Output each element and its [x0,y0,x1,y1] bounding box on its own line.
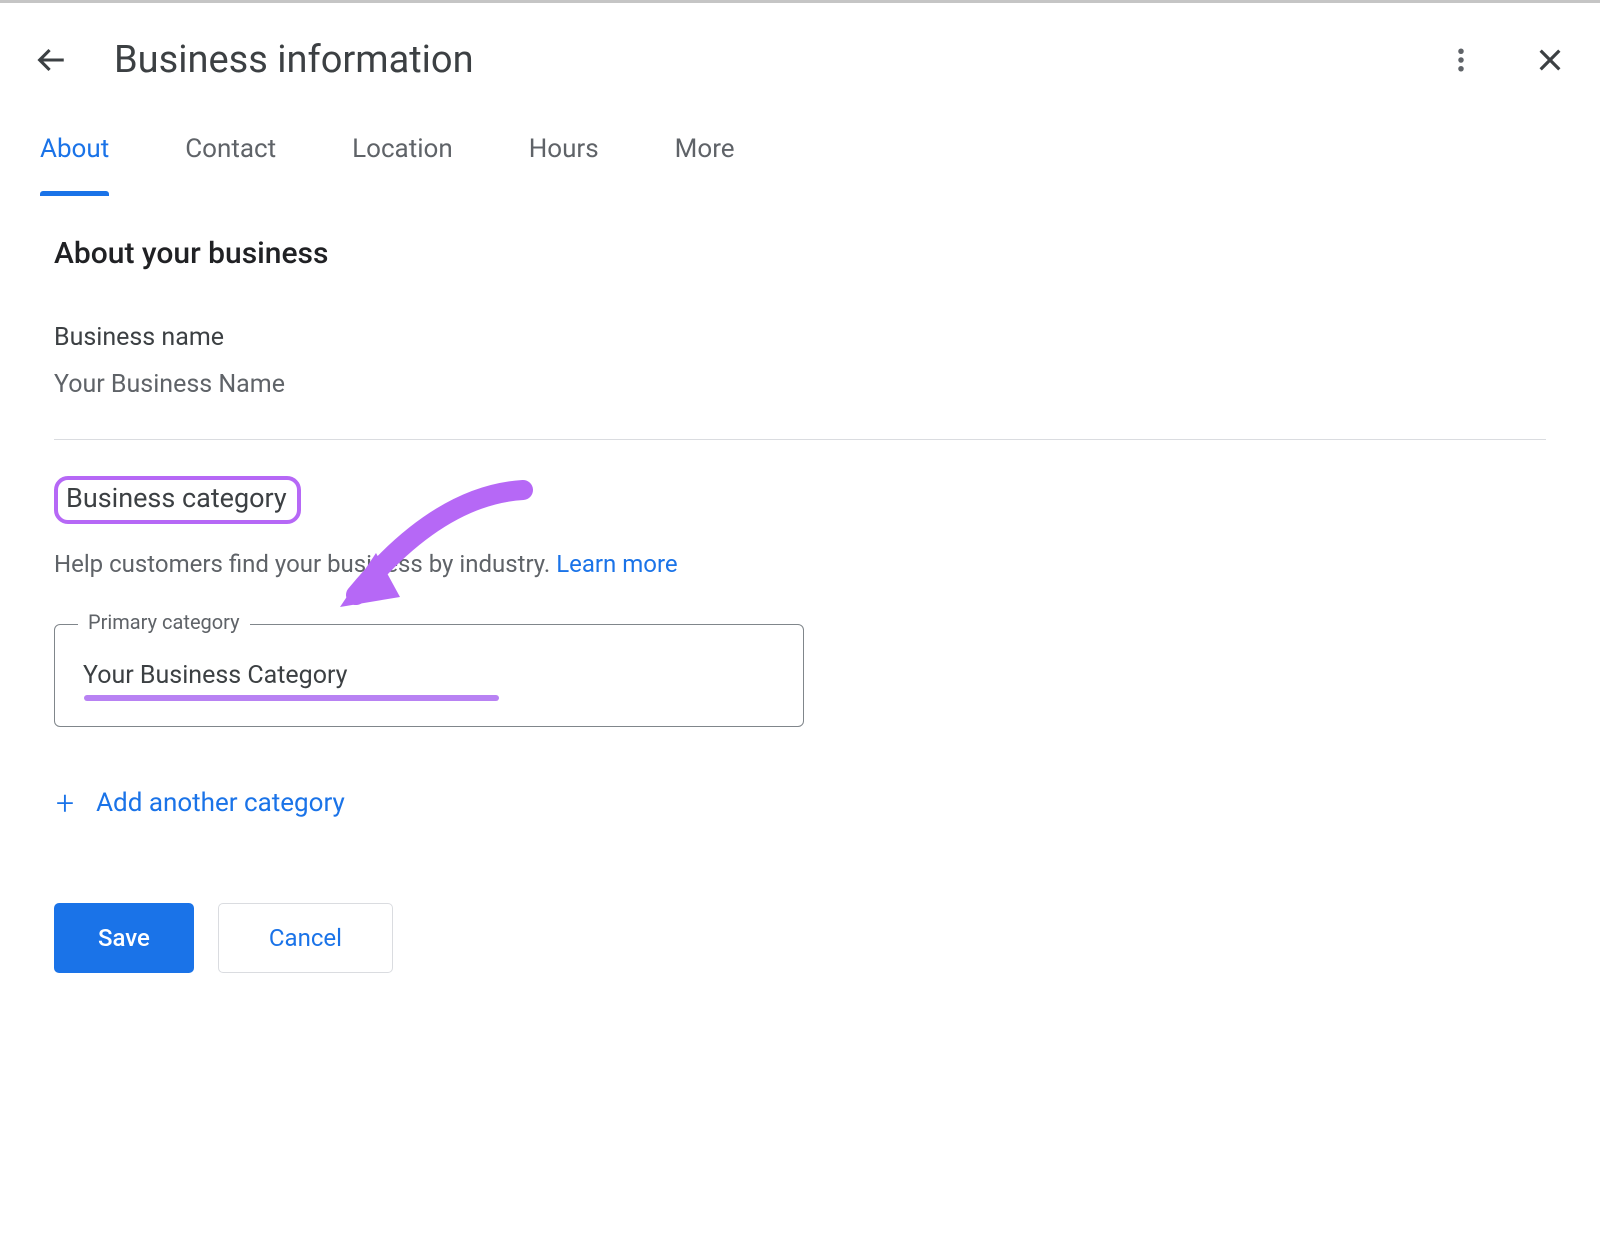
section-title: About your business [54,236,1546,271]
primary-category-input[interactable] [54,624,804,727]
plus-icon: + [56,787,74,819]
vertical-dots-icon [1446,45,1476,75]
close-icon [1534,44,1566,76]
learn-more-link[interactable]: Learn more [556,550,677,578]
tab-about[interactable]: About [40,134,109,196]
top-border [0,0,1600,3]
business-name-label: Business name [54,323,1546,352]
arrow-left-icon [34,43,68,77]
header-left: Business information [34,38,474,82]
page-title: Business information [114,38,474,82]
add-another-category-button[interactable]: + Add another category [54,787,1546,819]
close-button[interactable] [1534,44,1566,76]
content: About your business Business name Your B… [34,196,1566,973]
tab-more[interactable]: More [675,134,735,196]
tab-hours[interactable]: Hours [529,134,599,196]
tab-contact[interactable]: Contact [185,134,276,196]
more-options-button[interactable] [1446,45,1476,75]
cancel-button[interactable]: Cancel [218,903,393,973]
business-category-label: Business category [66,482,287,514]
help-text-content: Help customers find your business by ind… [54,550,556,578]
header: Business information [34,20,1566,110]
add-another-label: Add another category [96,788,345,818]
business-category-highlight: Business category [54,476,301,524]
divider [54,439,1546,440]
primary-category-legend: Primary category [78,610,250,634]
tab-location[interactable]: Location [352,134,453,196]
business-name-value[interactable]: Your Business Name [54,370,1546,439]
primary-category-field: Primary category [54,624,804,727]
back-button[interactable] [34,43,68,77]
save-button[interactable]: Save [54,903,194,973]
header-right [1446,44,1566,76]
category-help-text: Help customers find your business by ind… [54,550,1546,578]
tabs: About Contact Location Hours More [34,110,1566,196]
annotation-underline [84,695,499,701]
button-row: Save Cancel [54,903,1546,973]
